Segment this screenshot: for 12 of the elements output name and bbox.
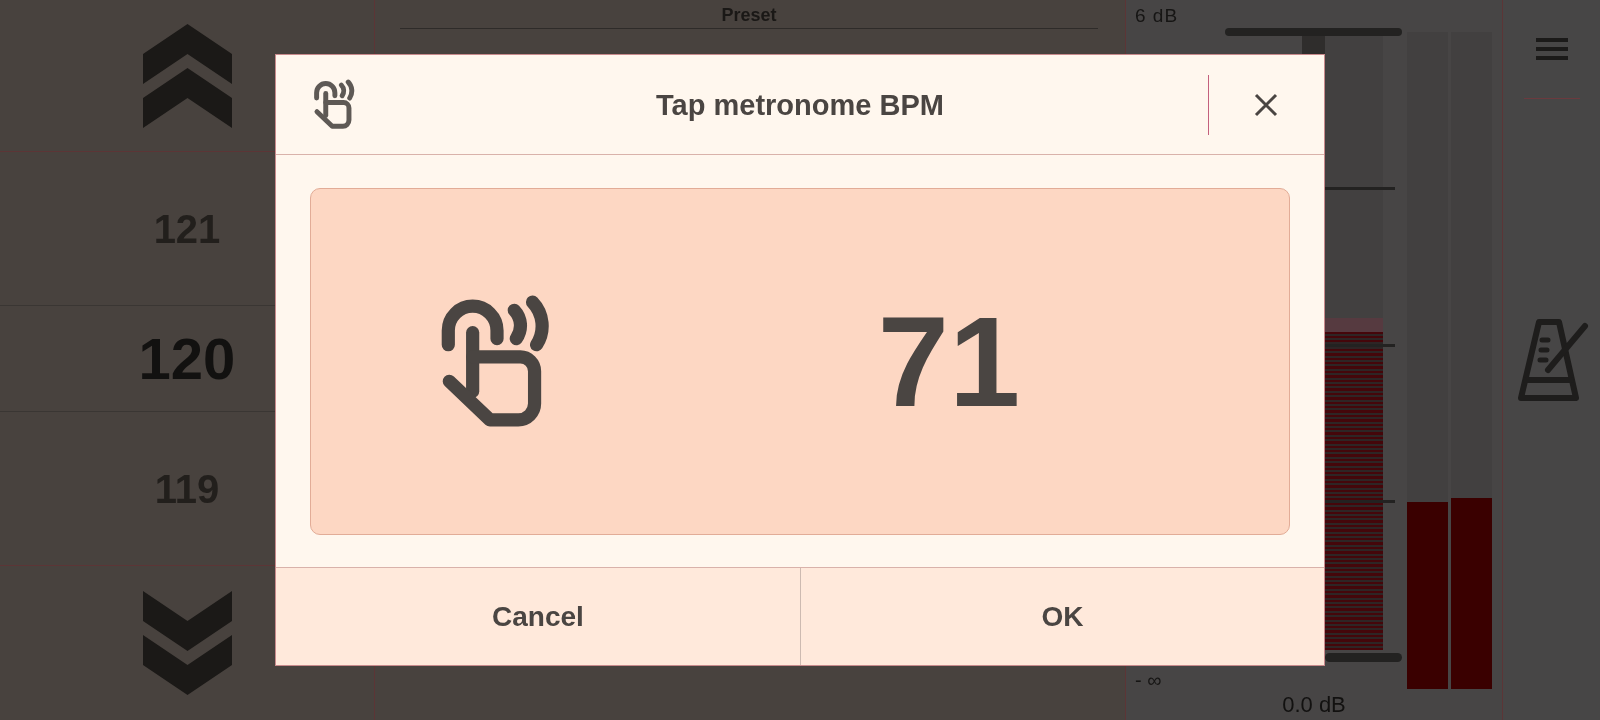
close-icon[interactable] (1254, 92, 1278, 117)
double-chevron-down-icon[interactable] (142, 591, 232, 695)
menu-icon[interactable] (1535, 38, 1568, 60)
double-chevron-up-icon[interactable] (142, 23, 232, 128)
dialog-button[interactable]: Cancel (276, 568, 800, 665)
gain-slider-track[interactable] (1325, 36, 1383, 650)
dialog-title: Tap metronome BPM (656, 87, 944, 122)
tap-pad[interactable]: 71 (310, 188, 1290, 535)
tap-hand-icon (312, 79, 357, 130)
scale-min-label: - ∞ (1135, 669, 1162, 691)
dialog-button[interactable]: OK (800, 568, 1324, 665)
bpm-value: 71 (876, 297, 1022, 426)
